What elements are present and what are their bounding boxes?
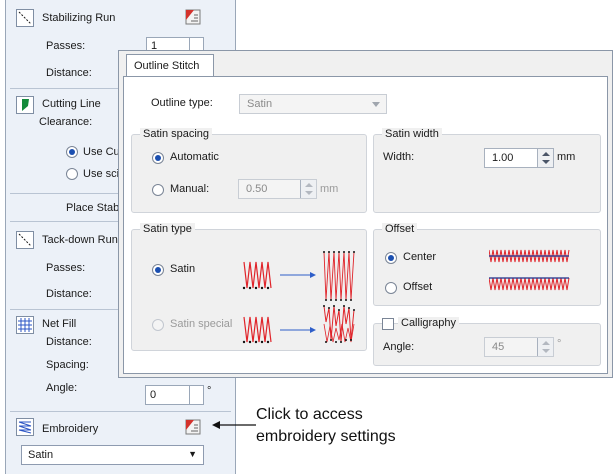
use-cutwork-radio[interactable] xyxy=(66,146,78,158)
offset-title: Offset xyxy=(382,223,418,235)
calligraphy-checkbox[interactable] xyxy=(382,318,394,330)
spin-arrows-icon[interactable] xyxy=(537,149,553,167)
satin-special-sample-icon xyxy=(242,316,272,344)
satin-type-preview xyxy=(242,251,355,344)
manual-spacing-unit: mm xyxy=(320,183,339,195)
satin-special-label: Satin special xyxy=(170,318,233,330)
offset-group: Offset Center Offset xyxy=(373,223,601,306)
calligraphy-angle-input[interactable]: 45 xyxy=(484,337,554,357)
outline-type-select[interactable]: Satin xyxy=(239,94,387,114)
center-sample-icon xyxy=(489,249,570,263)
calligraphy-label: Calligraphy xyxy=(398,317,460,329)
automatic-label: Automatic xyxy=(170,151,219,163)
chevron-down-icon xyxy=(372,102,380,107)
satin-type-title: Satin type xyxy=(140,223,195,235)
embroidery-icon[interactable] xyxy=(16,418,34,436)
spin-arrows-icon[interactable] xyxy=(537,338,553,356)
outline-type-label: Outline type: xyxy=(151,97,213,109)
satin-special-split-icon xyxy=(323,305,355,343)
distance-label: Distance: xyxy=(46,336,92,348)
satin-sample-icon xyxy=(242,261,272,290)
distance-label: Distance: xyxy=(46,67,92,79)
satin-type-group: Satin type Satin Satin special xyxy=(131,223,367,351)
net-fill-title: Net Fill xyxy=(42,318,77,330)
center-label: Center xyxy=(403,251,437,263)
offset-preview xyxy=(489,249,570,291)
callout-line-2: embroidery settings xyxy=(256,428,396,445)
angle-label: Angle: xyxy=(46,382,78,394)
satin-spacing-title: Satin spacing xyxy=(140,128,213,140)
angle-unit: ° xyxy=(207,385,212,397)
cutting-line-icon[interactable] xyxy=(16,96,34,114)
cutting-line-title: Cutting Line xyxy=(42,98,101,110)
center-radio[interactable] xyxy=(385,252,397,264)
passes-label: Passes: xyxy=(46,262,86,274)
satin-special-radio[interactable] xyxy=(152,319,164,331)
offset-sample-icon xyxy=(489,277,570,291)
offset-label: Offset xyxy=(403,281,433,293)
offset-radio[interactable] xyxy=(385,282,397,294)
embroidery-title: Embroidery xyxy=(42,423,99,435)
tab-page: Outline type: Satin Satin spacing Automa… xyxy=(123,76,608,374)
satin-sample-split-icon xyxy=(323,251,355,301)
tab-outline-stitch[interactable]: Outline Stitch xyxy=(126,54,214,76)
satin-width-input[interactable]: 1.00 xyxy=(484,148,554,168)
embroidery-type-select[interactable]: Satin ▼ xyxy=(21,445,204,465)
callout-arrow xyxy=(212,421,256,429)
spin-arrows-icon[interactable] xyxy=(300,180,316,198)
calligraphy-angle-label: Angle: xyxy=(383,341,415,353)
net-fill-icon[interactable] xyxy=(16,316,34,334)
chevron-down-icon: ▼ xyxy=(188,449,197,459)
calligraphy-angle-unit: ° xyxy=(557,338,562,350)
callout-line-1: Click to access xyxy=(256,406,363,423)
satin-radio[interactable] xyxy=(152,264,164,276)
stabilizing-run-icon[interactable] xyxy=(16,9,34,27)
distance-label: Distance: xyxy=(46,288,92,300)
manual-label: Manual: xyxy=(170,183,210,195)
tackdown-run-title: Tack-down Run xyxy=(42,234,118,246)
outline-stitch-dialog: Outline Stitch Outline type: Satin Satin… xyxy=(118,50,613,378)
satin-width-title: Satin width xyxy=(382,128,442,140)
passes-label: Passes: xyxy=(46,40,86,52)
manual-radio[interactable] xyxy=(152,184,164,196)
clearance-label: Clearance: xyxy=(39,116,93,128)
satin-spacing-group: Satin spacing Automatic Manual: 0.50 mm xyxy=(131,128,367,213)
satin-label: Satin xyxy=(170,263,196,275)
automatic-radio[interactable] xyxy=(152,152,164,164)
spacing-label: Spacing: xyxy=(46,359,89,371)
stabilizing-run-title: Stabilizing Run xyxy=(42,12,116,24)
settings-sheet-icon[interactable] xyxy=(185,8,202,25)
width-unit: mm xyxy=(557,151,576,163)
embroidery-settings-icon[interactable] xyxy=(185,418,202,435)
width-label: Width: xyxy=(383,151,415,163)
divider xyxy=(10,411,231,412)
calligraphy-group: Calligraphy Angle: 45 ° xyxy=(373,317,601,366)
satin-width-group: Satin width Width: 1.00 mm xyxy=(373,128,601,213)
manual-spacing-input[interactable]: 0.50 xyxy=(238,179,317,199)
net-fill-angle-stepper[interactable]: 0 xyxy=(145,385,204,405)
tackdown-run-icon[interactable] xyxy=(16,231,34,249)
use-scissors-radio[interactable] xyxy=(66,168,78,180)
